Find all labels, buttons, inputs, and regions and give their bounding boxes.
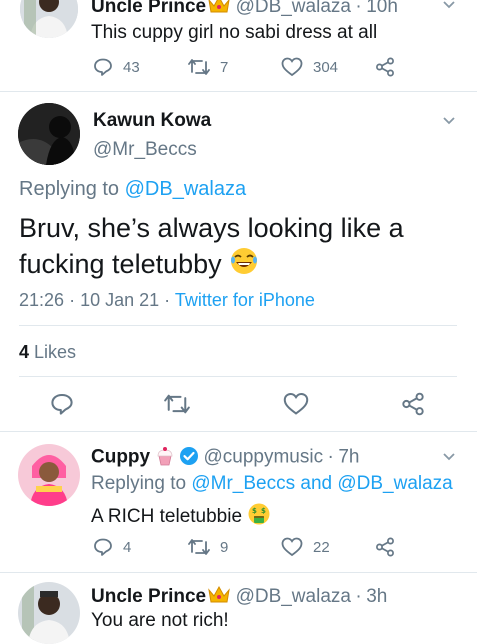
reply-icon bbox=[94, 538, 112, 556]
like-count: 22 bbox=[313, 538, 330, 556]
time-separator: · bbox=[327, 446, 334, 468]
retweet-count: 7 bbox=[220, 58, 229, 76]
reply-count: 43 bbox=[123, 58, 140, 76]
svg-text:$: $ bbox=[261, 507, 266, 515]
chevron-down-icon[interactable] bbox=[442, 450, 456, 464]
tweet-time[interactable]: 7h bbox=[338, 447, 359, 468]
tweet-timestamp: 21:26 · 10 Jan 21 · Twitter for iPhone bbox=[19, 290, 315, 311]
share-icon[interactable] bbox=[375, 57, 395, 77]
likes-label: Likes bbox=[34, 342, 77, 362]
share-icon[interactable] bbox=[375, 537, 395, 557]
retweet-count: 9 bbox=[220, 538, 229, 556]
tweet-text: A RICH teletubbie bbox=[91, 506, 243, 528]
author-handle[interactable]: @DB_walaza bbox=[236, 0, 351, 17]
tweet-time[interactable]: 21:26 bbox=[19, 290, 64, 310]
divider bbox=[0, 431, 477, 432]
tweet-time[interactable]: 10h bbox=[366, 0, 398, 17]
replying-prefix: Replying to bbox=[19, 178, 120, 200]
reply-icon[interactable] bbox=[50, 392, 74, 416]
time-separator: · bbox=[164, 290, 171, 310]
avatar[interactable] bbox=[18, 103, 80, 165]
author-name[interactable]: Kawun Kowa bbox=[93, 110, 211, 132]
author-name[interactable]: Uncle Prince bbox=[91, 586, 206, 607]
replying-prefix: Replying to bbox=[91, 473, 187, 494]
retweet-icon bbox=[188, 59, 210, 75]
heart-icon bbox=[281, 57, 303, 77]
tweet-text: This cuppy girl no sabi dress at all bbox=[91, 22, 378, 43]
heart-icon[interactable] bbox=[283, 392, 309, 416]
tweet-text-line: Bruv, she’s always looking like a bbox=[19, 213, 404, 243]
crown-emoji bbox=[207, 584, 231, 609]
like-button[interactable]: 22 bbox=[281, 537, 330, 557]
divider bbox=[19, 325, 457, 326]
heart-icon bbox=[281, 537, 303, 557]
reply-button[interactable]: 43 bbox=[93, 57, 140, 77]
share-icon[interactable] bbox=[401, 392, 425, 416]
laughing-emoji bbox=[229, 246, 259, 285]
divider bbox=[19, 376, 457, 377]
like-button[interactable]: 304 bbox=[281, 57, 338, 77]
like-count: 304 bbox=[313, 58, 339, 76]
retweet-button[interactable]: 7 bbox=[188, 57, 228, 77]
crown-emoji bbox=[207, 0, 231, 19]
likes-count: 4 bbox=[19, 342, 30, 362]
author-handle[interactable]: @Mr_Beccs bbox=[93, 139, 197, 161]
author-handle[interactable]: @DB_walaza bbox=[236, 586, 351, 607]
avatar[interactable] bbox=[18, 582, 80, 644]
cupcake-emoji bbox=[155, 446, 175, 471]
time-separator: · bbox=[355, 0, 362, 17]
tweet-source-link[interactable]: Twitter for iPhone bbox=[175, 290, 315, 310]
divider bbox=[0, 91, 477, 92]
main-tweet-text: Bruv, she’s always looking like a fuckin… bbox=[19, 210, 459, 285]
chevron-down-icon[interactable] bbox=[442, 114, 456, 128]
replying-handles-link[interactable]: @Mr_Beccs and @DB_walaza bbox=[191, 473, 452, 494]
avatar[interactable] bbox=[18, 444, 80, 506]
replying-handle-link[interactable]: @DB_walaza bbox=[125, 178, 246, 200]
retweet-icon bbox=[188, 539, 210, 555]
time-separator: · bbox=[355, 586, 362, 607]
reply-count: 4 bbox=[123, 538, 132, 556]
time-separator: · bbox=[69, 290, 76, 310]
replying-to: Replying to @Mr_Beccs and @DB_walaza bbox=[91, 473, 453, 495]
chevron-down-icon[interactable] bbox=[442, 0, 456, 12]
reply-icon bbox=[94, 58, 112, 76]
reply-button[interactable]: 4 bbox=[93, 537, 131, 557]
tweet-time[interactable]: 3h bbox=[366, 586, 387, 607]
verified-badge-icon bbox=[179, 446, 199, 471]
author-name[interactable]: Cuppy bbox=[91, 447, 150, 468]
divider bbox=[0, 572, 477, 573]
retweet-icon[interactable] bbox=[164, 392, 190, 416]
avatar[interactable] bbox=[20, 0, 78, 38]
svg-text:$: $ bbox=[252, 507, 257, 515]
money-mouth-emoji: $ $ bbox=[247, 502, 271, 532]
replying-to: Replying to @DB_walaza bbox=[19, 178, 246, 201]
tweet-text-line: fucking teletubby bbox=[19, 249, 222, 279]
author-handle[interactable]: @cuppymusic bbox=[203, 447, 323, 468]
retweet-button[interactable]: 9 bbox=[188, 537, 228, 557]
tweet-text: You are not rich! bbox=[91, 610, 229, 631]
likes-summary-link[interactable]: 4 Likes bbox=[19, 342, 76, 363]
tweet-date[interactable]: 10 Jan 21 bbox=[80, 290, 159, 310]
author-name[interactable]: Uncle Prince bbox=[91, 0, 206, 17]
